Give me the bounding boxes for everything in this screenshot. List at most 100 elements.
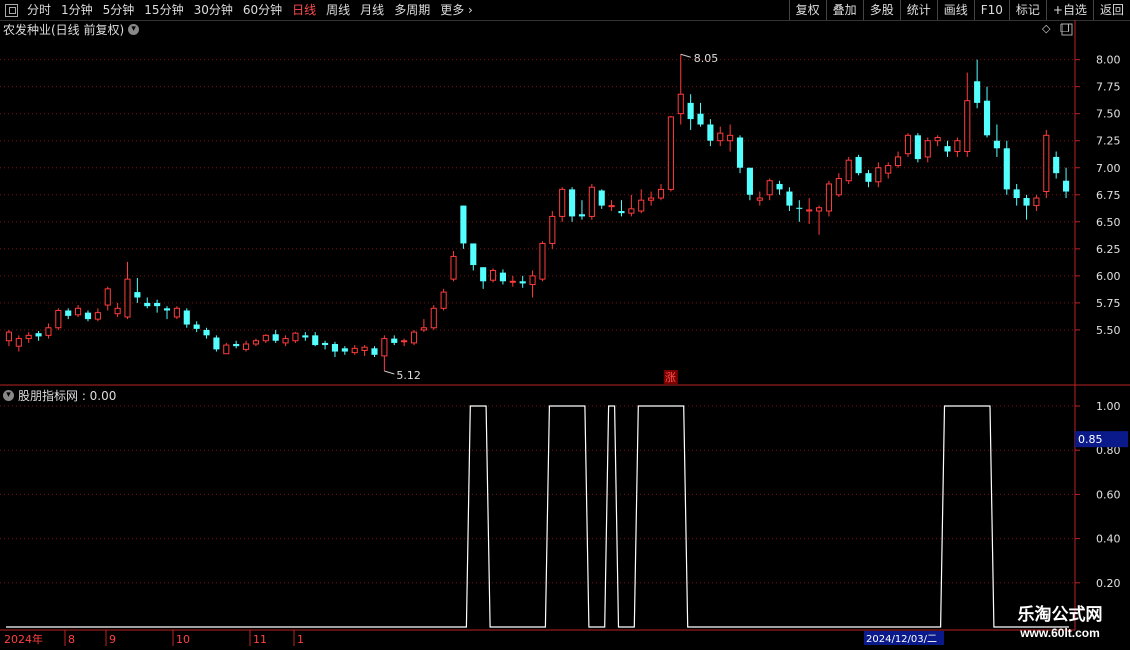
chevron-down-icon[interactable]: ▾ <box>128 24 140 35</box>
period-tab[interactable]: 15分钟 <box>139 0 188 20</box>
candle-body <box>163 308 171 311</box>
toolbar-button[interactable]: +自选 <box>1045 0 1093 20</box>
toolbar-button[interactable]: 复权 <box>788 0 826 20</box>
candle-body <box>35 333 42 337</box>
candle-body <box>687 102 694 120</box>
gridlines <box>0 59 1075 584</box>
chevron-right-icon: › <box>464 3 473 17</box>
candle-body <box>381 338 388 357</box>
candle-body <box>1013 189 1020 199</box>
period-tab[interactable]: 多周期 <box>389 0 435 20</box>
toolbar-button[interactable]: 画线 <box>936 0 974 20</box>
window-icon[interactable] <box>5 3 18 17</box>
candle-body <box>480 267 487 282</box>
restore-icon[interactable]: ❐ <box>1060 22 1070 35</box>
candle-body <box>75 307 82 316</box>
candle-body <box>361 346 368 351</box>
candle-body <box>322 342 329 346</box>
candle-body <box>845 159 852 182</box>
candle-body <box>904 134 912 155</box>
current-value-label: 0.85 <box>1078 433 1103 446</box>
candle-body <box>440 291 447 309</box>
chart-frame <box>0 20 1130 631</box>
candle-body <box>144 302 151 307</box>
candle-body <box>657 188 665 199</box>
price-tick-label: 5.50 <box>1096 324 1121 337</box>
period-tab[interactable]: 周线 <box>321 0 355 20</box>
candle-body <box>648 197 655 201</box>
candle-body <box>756 197 763 201</box>
toolbar-button[interactable]: 统计 <box>899 0 937 20</box>
time-label: 11 <box>253 633 267 646</box>
candle-body <box>371 348 378 355</box>
period-tab[interactable]: 更多 › <box>435 0 478 20</box>
candle-body <box>885 165 892 174</box>
price-tick-label: 7.75 <box>1096 81 1121 94</box>
diamond-icon[interactable]: ◇ <box>1042 22 1050 35</box>
candle-body <box>974 81 981 103</box>
toolbar-button[interactable]: 多股 <box>862 0 900 20</box>
candle-body <box>203 329 210 336</box>
zhang-badge: 涨 <box>665 371 676 384</box>
price-tick-label: 6.50 <box>1096 216 1121 229</box>
main-chart-title: 农发种业(日线 前复权) ▾ <box>3 21 140 38</box>
period-tab[interactable]: 60分钟 <box>238 0 287 20</box>
candle-body <box>786 191 793 206</box>
candle-body <box>736 137 744 168</box>
period-tabs: 分时 1分钟 5分钟 15分钟 30分钟 60分钟 日线 周线 月线 多周期 更多 › <box>0 0 478 20</box>
price-tick-label: 5.75 <box>1096 297 1121 310</box>
candle-body <box>934 136 941 142</box>
chevron-down-icon[interactable]: ▾ <box>3 390 14 401</box>
current-value-badge <box>1075 431 1128 448</box>
period-tab[interactable]: 30分钟 <box>189 0 238 20</box>
candle-body <box>717 132 724 142</box>
toolbar-button[interactable]: 返回 <box>1092 0 1130 20</box>
candle-body <box>875 167 882 183</box>
candle-body <box>499 272 506 282</box>
candle-body <box>1033 197 1040 207</box>
candle-body <box>213 337 220 350</box>
candle-body <box>1043 134 1050 193</box>
period-tab[interactable]: 分时 <box>22 0 56 20</box>
indicator-tick-label: 0.40 <box>1096 533 1121 546</box>
candle-body <box>430 307 437 329</box>
candle-body <box>766 180 773 196</box>
candle-body <box>964 100 971 153</box>
indicator-path <box>6 405 1069 628</box>
candle-body <box>1003 148 1010 190</box>
candle-body <box>124 278 131 318</box>
indicator-line <box>6 405 1069 628</box>
toolbar-button[interactable]: F10 <box>973 0 1009 20</box>
indicator-tick-label: 0.60 <box>1096 488 1121 501</box>
candle-body <box>154 302 161 307</box>
annotations: 8.05 5.12 涨 <box>384 52 718 384</box>
period-tab[interactable]: 5分钟 <box>98 0 140 20</box>
time-label: 10 <box>176 633 190 646</box>
period-tab[interactable]: 1分钟 <box>56 0 98 20</box>
candle-body <box>895 156 902 167</box>
candle-body <box>65 310 72 316</box>
axes: 8.00 7.75 7.50 7.25 7.00 6.75 6.50 6.25 6.00 5.75… <box>4 54 1128 646</box>
toolbar-button[interactable]: 叠加 <box>825 0 863 20</box>
indicator-title-row: ▾ 股朋指标网 : 0.00 <box>3 387 116 404</box>
candle-body <box>806 209 813 212</box>
indicator-tick-label: 0.20 <box>1096 577 1121 590</box>
logo: 乐淘公式网 www.60lt.com <box>990 605 1130 641</box>
time-label: 1 <box>297 633 304 646</box>
toolbar-button[interactable]: 标记 <box>1008 0 1046 20</box>
low-label: 5.12 <box>396 369 421 382</box>
candle-body <box>183 310 190 325</box>
candle-body <box>924 140 931 158</box>
candle-body <box>351 347 358 354</box>
candle-body <box>677 93 684 115</box>
candle-body <box>173 307 180 318</box>
period-tab[interactable]: 月线 <box>355 0 389 20</box>
toolbar-buttons: 复权 叠加 多股 统计 画线 F10 标记 +自选 返回 <box>788 0 1130 20</box>
candle-body <box>1053 156 1060 174</box>
candle-body <box>312 335 319 346</box>
candle-body <box>25 334 32 340</box>
corner-icons: ◇ ❐ <box>1042 22 1070 35</box>
candle-body <box>835 178 842 196</box>
indicator-tick-label: 1.00 <box>1096 400 1121 413</box>
period-tab[interactable]: 日线 <box>287 0 321 20</box>
